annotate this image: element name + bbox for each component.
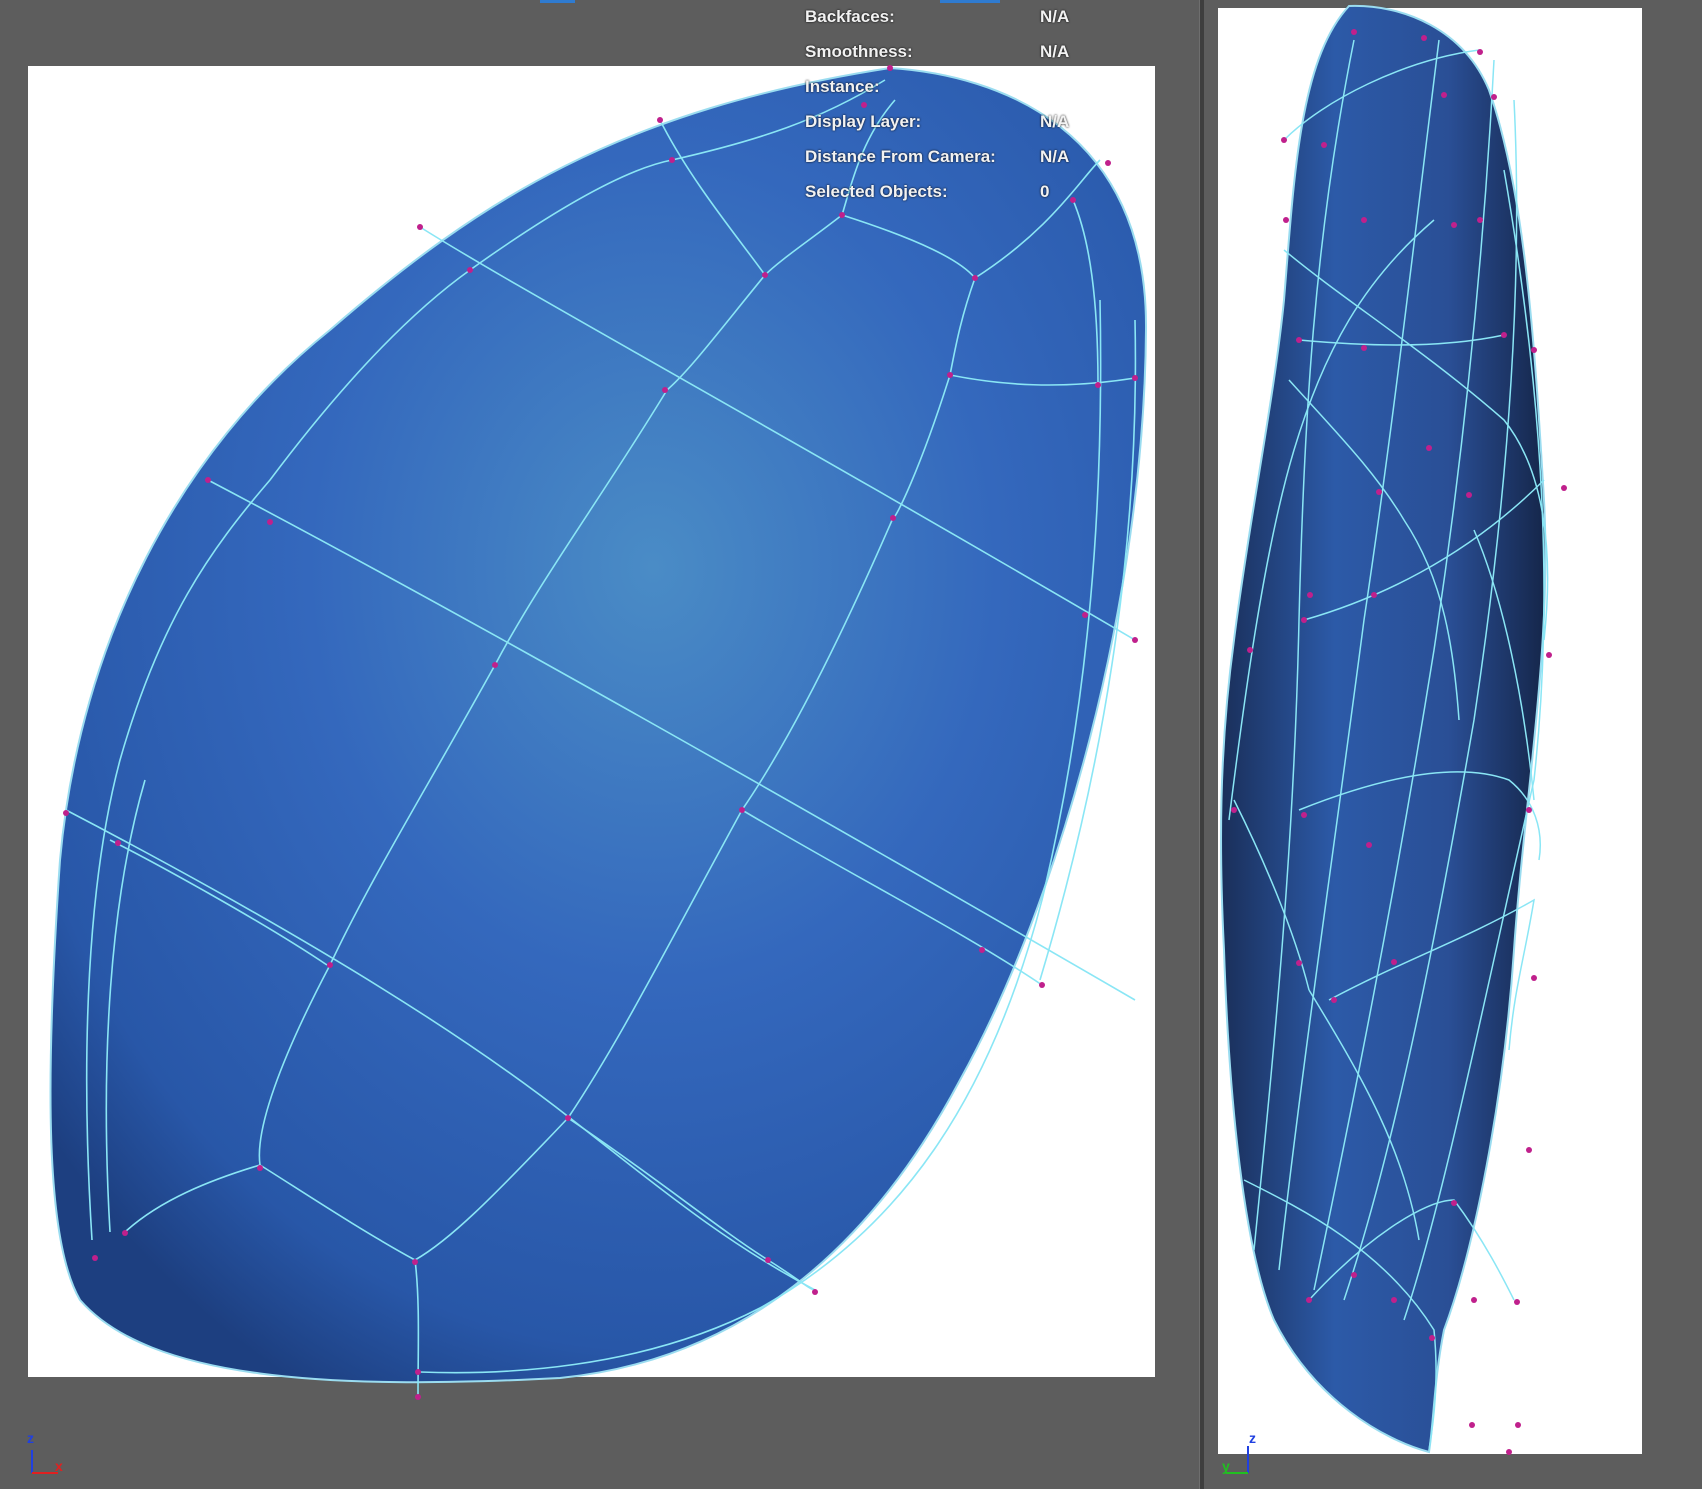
hud-row-selected-objects: Selected Objects: 0	[800, 179, 1100, 214]
hud-value: 0	[1040, 182, 1050, 201]
hud-label: Selected Objects:	[805, 182, 948, 201]
hud-value: N/A	[1040, 7, 1070, 26]
axis-x-label: x	[55, 1458, 63, 1474]
axis-z-label: z	[1249, 1430, 1256, 1446]
front-viewport[interactable]: Backfaces: N/A Smoothness: N/A Instance:…	[0, 0, 1199, 1489]
mesh-surface	[1220, 4, 1547, 1454]
hud-label: Distance From Camera:	[805, 147, 996, 166]
hud-row-smoothness: Smoothness: N/A	[800, 39, 1100, 74]
side-viewport[interactable]: z y	[1204, 0, 1702, 1489]
hud-label: Backfaces:	[805, 7, 895, 26]
hud-label: Instance:	[805, 77, 880, 96]
mesh-surface	[49, 66, 1148, 1384]
hud-row-display-layer: Display Layer: N/A	[800, 109, 1100, 144]
hud-label: Display Layer:	[805, 112, 922, 131]
hud-value: N/A	[1040, 147, 1070, 166]
front-mesh[interactable]	[0, 0, 1199, 1489]
heads-up-display: Backfaces: N/A Smoothness: N/A Instance:…	[800, 4, 1100, 214]
axis-z-label: z	[27, 1430, 34, 1446]
hud-row-backfaces: Backfaces: N/A	[800, 4, 1100, 39]
hud-value: N/A	[1040, 42, 1070, 61]
hud-label: Smoothness:	[805, 42, 913, 61]
hud-value: N/A	[1040, 112, 1070, 131]
hud-row-instance: Instance:	[800, 74, 1100, 109]
side-mesh[interactable]	[1204, 0, 1702, 1489]
axis-y-label: y	[1222, 1458, 1230, 1474]
hud-row-distance-from-camera: Distance From Camera: N/A	[800, 144, 1100, 179]
